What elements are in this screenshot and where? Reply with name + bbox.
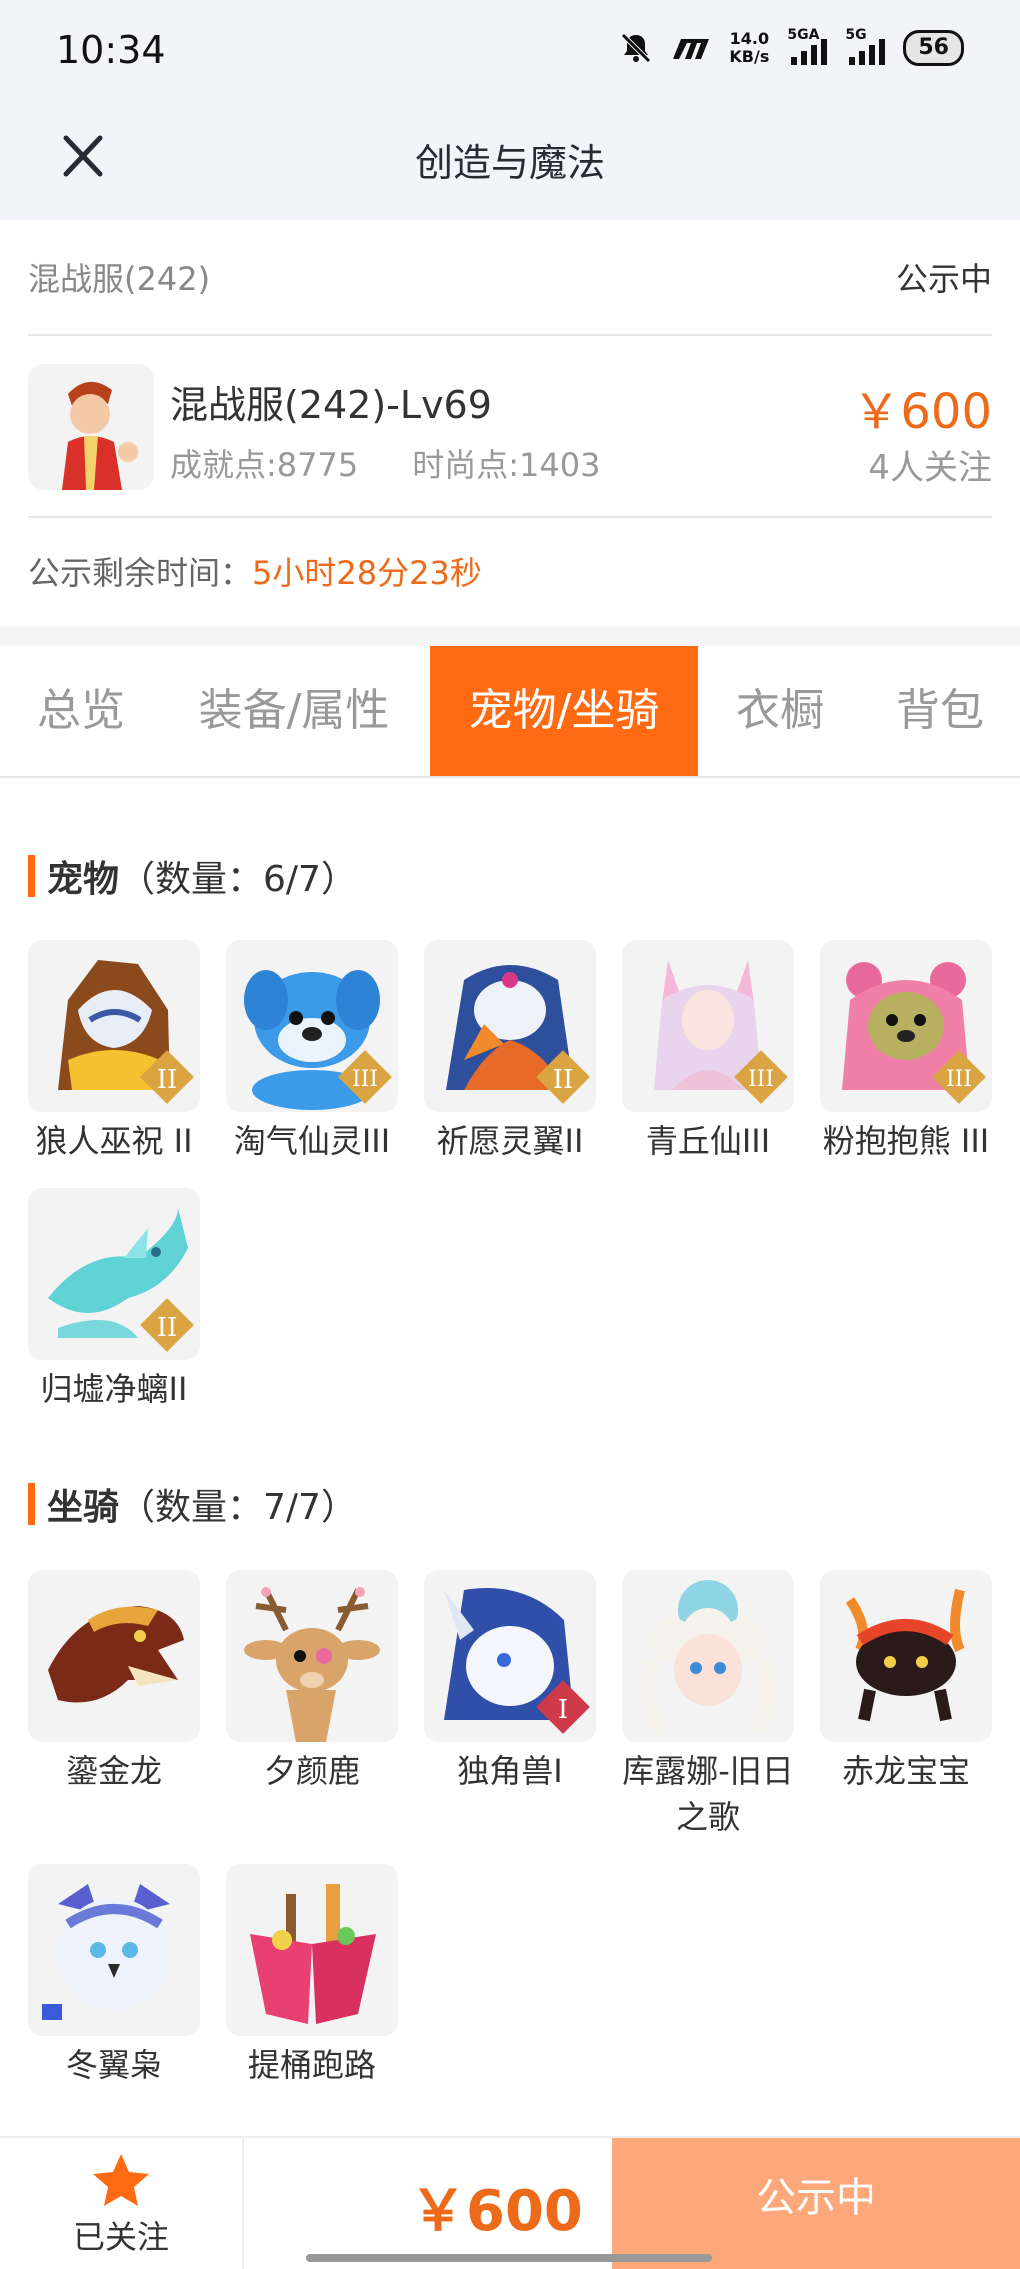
tier-badge: II: [157, 1313, 178, 1343]
nav-bar: 创造与魔法: [0, 110, 1020, 220]
pet-item[interactable]: II 狼人巫祝 II: [28, 940, 200, 1164]
pet-item[interactable]: II 归墟净螭II: [28, 1188, 200, 1412]
remaining-time: 公示剩余时间：5小时28分23秒: [28, 548, 482, 594]
pet-name: 祈愿灵翼II: [436, 1122, 584, 1160]
character-name: 混战服(242)-Lv69: [170, 383, 492, 427]
signal-5g-label: 5G: [845, 27, 867, 43]
tab-overview[interactable]: 总览: [0, 646, 162, 776]
pet-name: 归墟净螭II: [40, 1370, 188, 1408]
mount-item[interactable]: 鎏金龙: [28, 1570, 200, 1794]
mount-name: 冬翼枭: [65, 2046, 162, 2084]
mount-item[interactable]: 赤龙宝宝: [820, 1570, 992, 1794]
pet-item[interactable]: II 祈愿灵翼II: [424, 940, 596, 1164]
mute-icon: [621, 33, 652, 63]
pet-item[interactable]: III 青丘仙III: [622, 940, 794, 1164]
tier-badge: III: [352, 1067, 378, 1092]
pet-image: III: [820, 940, 992, 1112]
tier-badge: III: [946, 1067, 972, 1092]
net-speed-unit: KB/s: [729, 47, 770, 66]
mount-image: [28, 1570, 200, 1742]
bottom-bar: 已关注 ￥600 公示中: [0, 2136, 1020, 2269]
tier-badge: I: [558, 1695, 568, 1725]
section-divider: [0, 626, 1020, 646]
tier-badge: II: [157, 1065, 178, 1095]
tab-wardrobe[interactable]: 衣橱: [710, 646, 850, 776]
mount-item[interactable]: I 独角兽I: [424, 1570, 596, 1794]
pet-name: 青丘仙III: [645, 1122, 771, 1160]
follower-count: 4人关注: [868, 448, 992, 488]
tier-badge: III: [748, 1067, 774, 1092]
status-icons: 14.0 KB/s 5GA 5G 56: [619, 27, 964, 66]
character-card[interactable]: 混战服(242)-Lv69 成就点:8775 时尚点:1403 ￥600 4人关…: [28, 336, 992, 518]
mount-image: I: [424, 1570, 596, 1742]
pets-title: 宠物: [47, 859, 120, 900]
tab-pets-mounts[interactable]: 宠物/坐骑: [430, 646, 698, 776]
server-name: 混战服(242): [28, 260, 211, 298]
mount-item[interactable]: 提桶跑路: [226, 1864, 398, 2088]
public-notice-button[interactable]: 公示中: [612, 2138, 1020, 2269]
character-price: ￥600: [852, 384, 992, 440]
star-icon: [93, 2154, 149, 2206]
mount-item[interactable]: 冬翼枭: [28, 1864, 200, 2088]
mount-name: 独角兽I: [457, 1752, 563, 1790]
status-bar: 10:34 14.0 KB/s 5GA 5G 56: [0, 0, 1020, 110]
mount-image: [622, 1570, 794, 1742]
mount-name: 赤龙宝宝: [841, 1752, 970, 1790]
pet-name: 狼人巫祝 II: [35, 1122, 193, 1160]
mount-item[interactable]: 库露娜-旧日之歌: [622, 1570, 794, 1840]
signal-5ga-label: 5GA: [787, 27, 820, 43]
bottom-price: ￥600: [410, 2179, 583, 2244]
character-stats: 成就点:8775 时尚点:1403: [170, 440, 600, 486]
net-speed-value: 14.0: [729, 29, 770, 48]
server-row: 混战服(242) 公示中: [28, 220, 992, 336]
mounts-section-title: 坐骑 （数量：7/7）: [28, 1478, 357, 1530]
pet-image: III: [226, 940, 398, 1112]
tab-equipment[interactable]: 装备/属性: [176, 646, 412, 776]
mount-name: 夕颜鹿: [263, 1752, 360, 1790]
pet-image: II: [424, 940, 596, 1112]
follow-label: 已关注: [72, 2218, 169, 2256]
mount-name: 鎏金龙: [65, 1752, 162, 1790]
remaining-value: 5小时28分23秒: [252, 554, 482, 592]
pet-image: II: [28, 1188, 200, 1360]
signal-5ga-icon: 5GA: [787, 27, 828, 65]
status-time: 10:34: [56, 28, 166, 72]
character-avatar-image: [28, 364, 154, 490]
mounts-count: （数量：7/7）: [119, 1487, 357, 1528]
mount-item[interactable]: 夕颜鹿: [226, 1570, 398, 1794]
page-title: 创造与魔法: [414, 141, 605, 185]
server-status: 公示中: [895, 260, 992, 298]
pets-count: （数量：6/7）: [119, 859, 357, 900]
pet-name: 淘气仙灵III: [233, 1122, 391, 1160]
mount-image: [28, 1864, 200, 2036]
home-indicator[interactable]: [306, 2254, 712, 2262]
mount-name: 提桶跑路: [247, 2046, 376, 2084]
mount-image: [226, 1864, 398, 2036]
pets-section-title: 宠物 （数量：6/7）: [28, 850, 357, 902]
fashion-points: 时尚点:1403: [412, 446, 601, 484]
section-accent-bar: [28, 855, 35, 897]
pet-item[interactable]: III 粉抱抱熊 III: [820, 940, 992, 1164]
pet-name: 粉抱抱熊 III: [822, 1122, 990, 1160]
mounts-title: 坐骑: [47, 1487, 120, 1528]
achievement-points: 成就点:8775: [170, 446, 359, 484]
signal-5g-icon: 5G: [845, 27, 886, 65]
avatar: [28, 364, 154, 490]
pet-image: III: [622, 940, 794, 1112]
net-speed: 14.0 KB/s: [729, 30, 769, 66]
tab-backpack[interactable]: 背包: [870, 646, 1010, 776]
pet-item[interactable]: III 淘气仙灵III: [226, 940, 398, 1164]
remaining-label: 公示剩余时间：: [28, 554, 253, 592]
tier-badge: II: [553, 1065, 574, 1095]
section-accent-bar: [28, 1483, 35, 1525]
mount-image: [226, 1570, 398, 1742]
mount-name: 库露娜-旧日之歌: [622, 1752, 794, 1836]
follow-button[interactable]: 已关注: [0, 2138, 244, 2269]
carrier-logo-icon: [673, 39, 710, 59]
mount-image: [820, 1570, 992, 1742]
pet-image: II: [28, 940, 200, 1112]
tab-bar: 总览 装备/属性 宠物/坐骑 衣橱 背包: [0, 646, 1020, 778]
battery-icon: 56: [903, 30, 964, 66]
